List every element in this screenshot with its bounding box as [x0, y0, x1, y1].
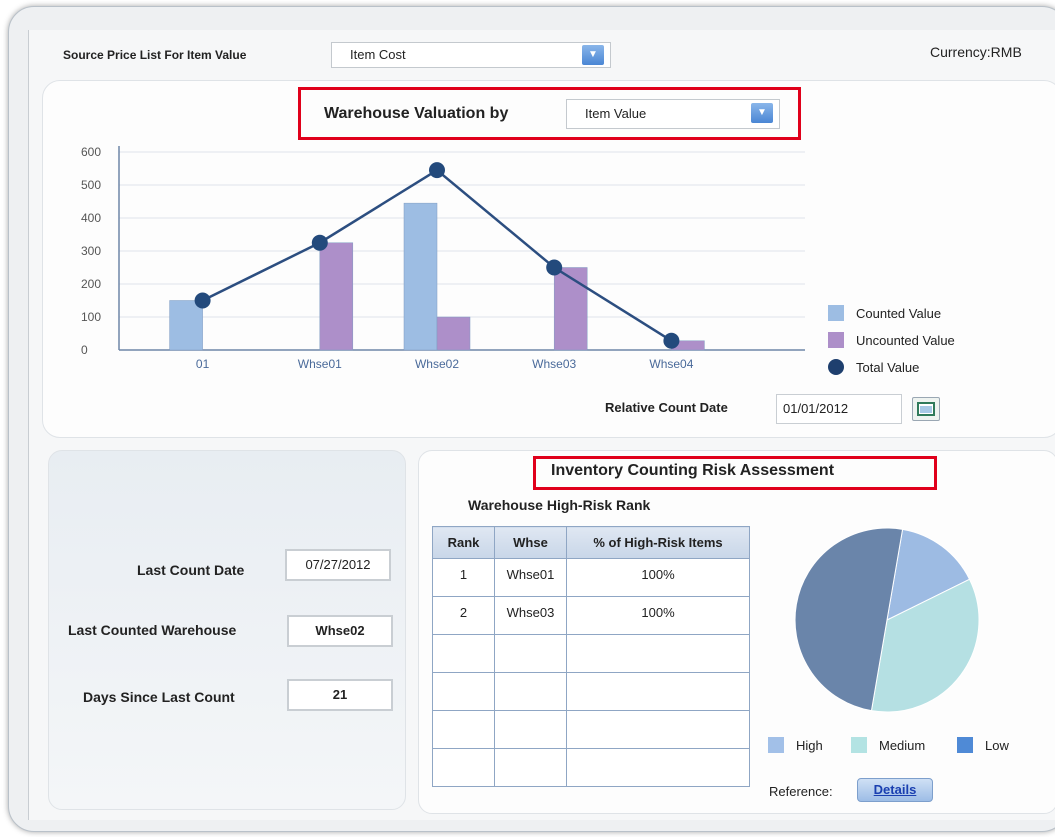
total-value-point [429, 162, 445, 179]
relative-count-date-label: Relative Count Date [605, 400, 728, 415]
total-dot-icon [828, 359, 844, 375]
legend-total-value: Total Value [828, 359, 919, 375]
uncounted-swatch-icon [828, 332, 844, 348]
bar-uncounted-value [436, 316, 471, 351]
last-counted-warehouse-field: Whse02 [287, 615, 393, 647]
column-header-rank: Rank [432, 526, 495, 559]
cell-rank: 1 [432, 558, 495, 597]
cell-pct: 100% [566, 558, 750, 597]
y-tick-label: 300 [81, 244, 101, 258]
last-count-date-label: Last Count Date [137, 562, 245, 578]
legend-total-label: Total Value [856, 360, 920, 375]
days-since-last-count-label: Days Since Last Count [83, 689, 235, 705]
x-tick-label: 01 [196, 357, 210, 371]
y-tick-label: 0 [81, 343, 88, 357]
table-row [432, 748, 750, 787]
cell-pct [566, 710, 750, 749]
total-value-point [194, 292, 211, 309]
cell-whse: Whse01 [494, 558, 567, 597]
risk-title: Inventory Counting Risk Assessment [551, 462, 835, 479]
legend-medium: Medium [851, 737, 925, 753]
details-button[interactable]: Details [857, 778, 933, 802]
cell-pct: 100% [566, 596, 750, 635]
counted-swatch-icon [828, 305, 844, 321]
cell-rank [432, 672, 495, 711]
y-tick-label: 200 [81, 277, 101, 291]
legend-high: High [768, 737, 823, 753]
risk-pie-chart [794, 527, 980, 713]
bar-counted-value [403, 202, 438, 351]
table-row[interactable]: 1 Whse01 100% [432, 558, 750, 597]
reference-label: Reference: [769, 784, 833, 799]
low-swatch-icon [957, 737, 973, 753]
bar-counted-value [169, 300, 203, 351]
legend-medium-label: Medium [879, 738, 926, 753]
column-header-high-risk-pct: % of High-Risk Items [566, 526, 750, 559]
cell-rank [432, 710, 495, 749]
legend-counted-label: Counted Value [856, 306, 942, 321]
cell-whse [494, 672, 567, 711]
y-tick-label: 400 [81, 211, 101, 225]
high-risk-rank-table: Rank Whse % of High-Risk Items 1 Whse01 10… [432, 526, 750, 787]
total-value-point [311, 234, 328, 251]
calendar-icon[interactable] [912, 397, 940, 421]
legend-uncounted-value: Uncounted Value [828, 332, 955, 348]
y-tick-label: 500 [81, 178, 101, 192]
bar-uncounted-value [553, 267, 588, 351]
table-row [432, 672, 750, 711]
y-tick-label: 100 [81, 310, 101, 324]
days-since-last-count-field: 21 [287, 679, 393, 711]
x-tick-label: Whse02 [415, 357, 459, 371]
relative-count-date-input[interactable]: 01/01/2012 [776, 394, 902, 424]
legend-high-label: High [796, 738, 823, 753]
last-count-date-field: 07/27/2012 [285, 549, 391, 581]
legend-low: Low [957, 737, 1009, 753]
cell-pct [566, 672, 750, 711]
medium-swatch-icon [851, 737, 867, 753]
high-risk-rank-title: Warehouse High-Risk Rank [468, 497, 651, 513]
cell-rank [432, 748, 495, 787]
bar-uncounted-value [319, 242, 354, 351]
legend-low-label: Low [985, 738, 1009, 753]
cell-pct [566, 748, 750, 787]
legend-counted-value: Counted Value [828, 305, 941, 321]
legend-uncounted-label: Uncounted Value [856, 333, 955, 348]
cell-whse [494, 634, 567, 673]
y-tick-label: 600 [81, 145, 101, 159]
cell-whse: Whse03 [494, 596, 567, 635]
cell-pct [566, 634, 750, 673]
x-tick-label: Whse01 [298, 357, 342, 371]
high-swatch-icon [768, 737, 784, 753]
cell-rank: 2 [432, 596, 495, 635]
last-counted-warehouse-label: Last Counted Warehouse [68, 622, 237, 638]
column-header-whse: Whse [494, 526, 567, 559]
total-value-point [546, 259, 563, 276]
table-row[interactable]: 2 Whse03 100% [432, 596, 750, 635]
x-tick-label: Whse03 [532, 357, 576, 371]
cell-whse [494, 748, 567, 787]
x-tick-label: Whse04 [649, 357, 693, 371]
table-header-row: Rank Whse % of High-Risk Items [432, 526, 750, 559]
cell-whse [494, 710, 567, 749]
total-value-point [663, 332, 680, 349]
table-row [432, 634, 750, 673]
cell-rank [432, 634, 495, 673]
table-row [432, 710, 750, 749]
